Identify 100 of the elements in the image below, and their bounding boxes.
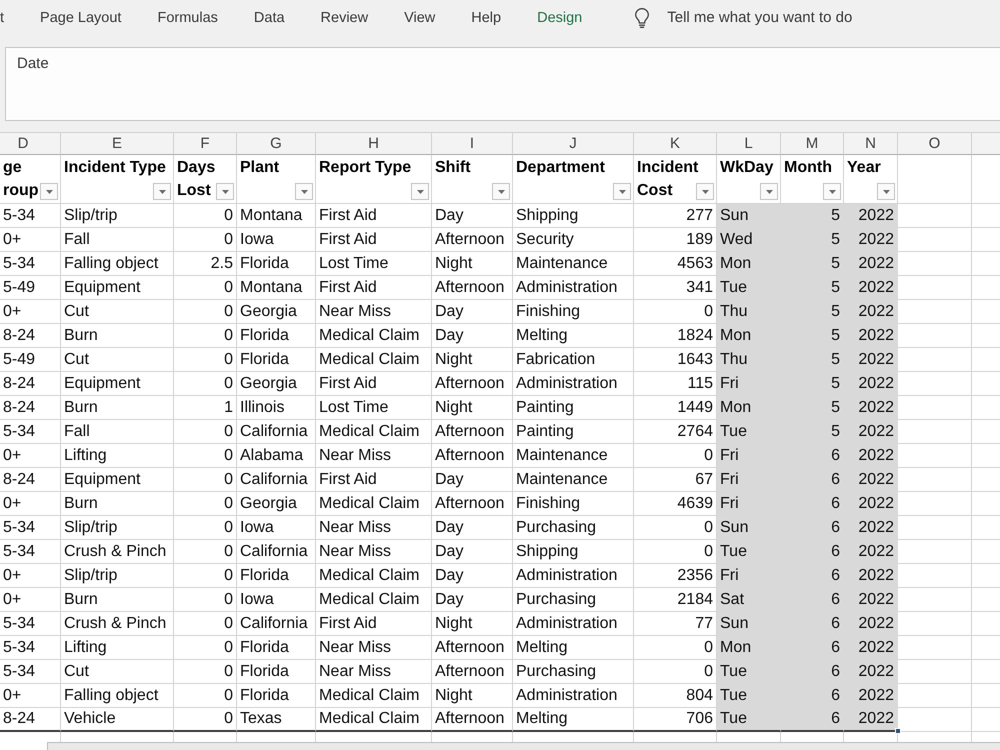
- table-cell: Illinois: [237, 396, 316, 420]
- column-header[interactable]: J: [513, 132, 634, 155]
- table-cell: Night: [432, 252, 513, 276]
- caret-icon: [828, 190, 836, 194]
- table-cell: 2022: [844, 300, 898, 324]
- filter-button[interactable]: [877, 183, 895, 200]
- table-cell: First Aid: [316, 372, 432, 396]
- column-header[interactable]: K: [634, 132, 717, 155]
- column-header[interactable]: E: [61, 132, 174, 155]
- table-cell: Alabama: [237, 444, 316, 468]
- table-cell: Tue: [717, 420, 781, 444]
- table-cell: Maintenance: [513, 468, 634, 492]
- table-cell: Maintenance: [513, 444, 634, 468]
- table-cell: 5: [781, 324, 844, 348]
- ribbon-tab[interactable]: Review: [302, 4, 386, 32]
- table-cell: Mon: [717, 252, 781, 276]
- table-cell: 0: [174, 636, 237, 660]
- table-cell: 6: [781, 612, 844, 636]
- filter-button[interactable]: [760, 183, 778, 200]
- table-cell: 0+: [0, 492, 61, 516]
- column-heading: Incident Type: [64, 159, 166, 176]
- filter-button[interactable]: [295, 183, 313, 200]
- table-cell: 0: [174, 228, 237, 252]
- table-cell: Medical Claim: [316, 420, 432, 444]
- table-cell: 0: [174, 708, 237, 732]
- table-cell: Cut: [61, 660, 174, 684]
- table-cell: 2022: [844, 660, 898, 684]
- table-cell: 0+: [0, 588, 61, 612]
- filter-button[interactable]: [153, 183, 171, 200]
- table-cell: Near Miss: [316, 636, 432, 660]
- horizontal-scrollbar[interactable]: [47, 742, 1000, 750]
- table-cell: Thu: [717, 348, 781, 372]
- table-cell: Texas: [237, 708, 316, 732]
- table-cell: Vehicle: [61, 708, 174, 732]
- table-cell: Florida: [237, 324, 316, 348]
- table-cell: Medical Claim: [316, 348, 432, 372]
- ribbon-tab[interactable]: Formulas: [139, 4, 236, 32]
- table-cell: Slip/trip: [61, 204, 174, 228]
- column-header[interactable]: M: [781, 132, 844, 155]
- ribbon-tab[interactable]: Page Layout: [22, 4, 140, 32]
- table-cell: Medical Claim: [316, 588, 432, 612]
- column-header[interactable]: H: [316, 132, 432, 155]
- table-cell: Night: [432, 348, 513, 372]
- ribbon-tab[interactable]: Design: [519, 4, 600, 32]
- ribbon-tab[interactable]: t: [0, 4, 22, 32]
- fill-handle-icon[interactable]: [895, 728, 901, 734]
- table-cell: Lost Time: [316, 396, 432, 420]
- table-cell: 5-34: [0, 516, 61, 540]
- table-cell: 0+: [0, 564, 61, 588]
- table-cell: Mon: [717, 636, 781, 660]
- table-cell: Melting: [513, 708, 634, 732]
- table-cell: Fabrication: [513, 348, 634, 372]
- table-cell: Afternoon: [432, 228, 513, 252]
- tell-me-field[interactable]: Tell me what you want to do: [667, 9, 882, 26]
- table-cell: Tue: [717, 684, 781, 708]
- table-cell: 5-34: [0, 540, 61, 564]
- filter-button[interactable]: [411, 183, 429, 200]
- table-cell: 0: [174, 420, 237, 444]
- caret-icon: [618, 190, 626, 194]
- table-cell: Shipping: [513, 204, 634, 228]
- table-cell: First Aid: [316, 276, 432, 300]
- table-cell: Fri: [717, 564, 781, 588]
- filter-button[interactable]: [823, 183, 841, 200]
- table-cell: Sun: [717, 204, 781, 228]
- table-cell: Lifting: [61, 636, 174, 660]
- table-cell: 2022: [844, 444, 898, 468]
- column-header[interactable]: G: [237, 132, 316, 155]
- column-header[interactable]: D: [0, 132, 61, 155]
- table-cell: 0+: [0, 300, 61, 324]
- table-cell: Day: [432, 324, 513, 348]
- column-heading: Incident Cost: [637, 159, 698, 199]
- table-cell: 0: [174, 276, 237, 300]
- filter-button[interactable]: [492, 183, 510, 200]
- table-cell: First Aid: [316, 612, 432, 636]
- ribbon-tab[interactable]: Data: [236, 4, 303, 32]
- formula-bar[interactable]: Date: [5, 47, 1000, 121]
- filter-button[interactable]: [216, 183, 234, 200]
- table-cell: Slip/trip: [61, 516, 174, 540]
- column-header[interactable]: F: [174, 132, 237, 155]
- column-header[interactable]: N: [844, 132, 898, 155]
- table-cell: 2022: [844, 588, 898, 612]
- table-cell: 2022: [844, 348, 898, 372]
- column-header[interactable]: I: [432, 132, 513, 155]
- column-header[interactable]: O: [898, 132, 972, 155]
- filter-button[interactable]: [613, 183, 631, 200]
- filter-button[interactable]: [40, 183, 58, 200]
- ribbon-tab[interactable]: View: [386, 4, 454, 32]
- ribbon-tab[interactable]: Help: [453, 4, 520, 32]
- table-cell: Medical Claim: [316, 564, 432, 588]
- table-cell: Administration: [513, 564, 634, 588]
- column-heading: ge roup: [3, 159, 39, 199]
- column-header[interactable]: L: [717, 132, 781, 155]
- filter-button[interactable]: [696, 183, 714, 200]
- table-cell: California: [237, 612, 316, 636]
- caret-icon: [222, 190, 228, 194]
- table-cell: 6: [781, 492, 844, 516]
- table-cell: 5: [781, 228, 844, 252]
- table-cell: Near Miss: [316, 540, 432, 564]
- table-cell: 2022: [844, 540, 898, 564]
- column-heading: Report Type: [319, 159, 412, 176]
